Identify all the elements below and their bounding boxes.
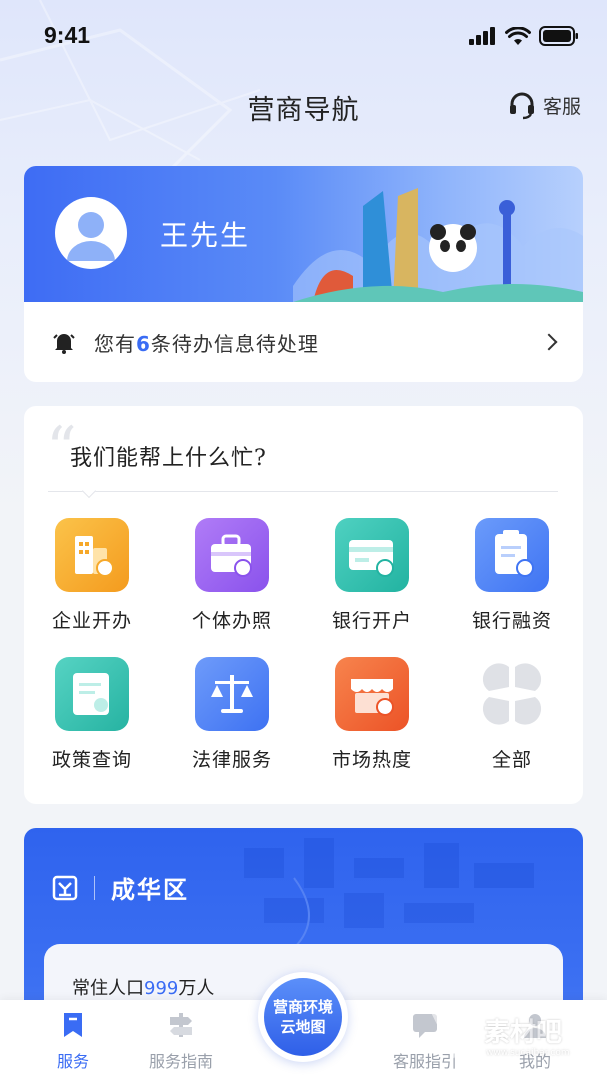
service-label: 银行融资 <box>471 610 552 632</box>
help-card: “ 我们能帮上什么忙? 企业开办 个体办照 银行开户 银行融资 政策查询 法律服… <box>24 406 583 804</box>
service-label: 全部 <box>491 749 532 771</box>
cloud-map-line1: 营商环境 <box>272 998 333 1016</box>
todo-count: 6 <box>136 331 151 356</box>
service-bank-financing[interactable]: 银行融资 <box>452 518 572 633</box>
todo-notice-suffix: 条待办信息待处理 <box>150 331 319 356</box>
service-market-heat[interactable]: 市场热度 <box>312 657 432 772</box>
service-label: 个体办照 <box>191 610 272 632</box>
service-label: 政策查询 <box>51 749 132 771</box>
watermark-logo-icon <box>430 1012 478 1059</box>
bank-card-icon <box>335 518 409 592</box>
status-time: 9:41 <box>44 22 91 48</box>
population-prefix: 常住人口 <box>72 978 144 999</box>
bookmark-icon <box>64 1013 82 1037</box>
all-grid-icon <box>475 657 549 731</box>
policy-doc-icon <box>55 657 129 731</box>
service-enterprise-setup[interactable]: 企业开办 <box>32 518 152 633</box>
finance-doc-icon <box>475 518 549 592</box>
service-label: 法律服务 <box>191 749 272 771</box>
signal-icon <box>469 27 495 45</box>
customer-service-button[interactable]: 客服 <box>507 90 581 120</box>
user-name: 王先生 <box>160 219 251 252</box>
market-store-icon <box>335 657 409 731</box>
district-logo-icon <box>52 875 78 900</box>
bell-icon <box>53 334 75 354</box>
district-name: 成华区 <box>111 876 189 904</box>
building-icon <box>55 518 129 592</box>
service-label: 银行开户 <box>331 610 412 632</box>
service-individual-license[interactable]: 个体办照 <box>172 518 292 633</box>
headset-icon <box>509 92 534 120</box>
todo-notice-row[interactable]: 您有6条待办信息待处理 <box>24 302 583 382</box>
tab-service[interactable]: 服务 <box>18 1010 128 1072</box>
signpost-icon <box>170 1013 192 1037</box>
chevron-right-icon <box>540 333 558 351</box>
service-all[interactable]: 全部 <box>452 657 572 772</box>
district-header: 成华区 <box>52 870 189 905</box>
help-divider-notch <box>81 483 97 499</box>
population-value: 999 <box>144 978 179 999</box>
user-card: 王先生 您有6条待办信息待处理 <box>24 166 583 382</box>
scales-icon <box>195 657 269 731</box>
cloud-map-button[interactable]: 营商环境 云地图 <box>258 972 348 1062</box>
status-icons <box>469 26 579 46</box>
watermark-url: www.sucaibar.com <box>486 1048 570 1058</box>
tab-service-guide[interactable]: 服务指南 <box>126 1010 236 1072</box>
watermark-text: 素材吧 <box>484 1018 563 1048</box>
briefcase-icon <box>195 518 269 592</box>
population-stat: 常住人口999万人 <box>72 974 214 1000</box>
service-bank-account[interactable]: 银行开户 <box>312 518 432 633</box>
tab-label: 服务 <box>56 1052 89 1071</box>
customer-service-label: 客服 <box>542 95 581 118</box>
help-title: 我们能帮上什么忙? <box>70 446 267 471</box>
service-label: 市场热度 <box>331 749 412 771</box>
population-unit: 万人 <box>178 978 215 999</box>
battery-icon <box>539 26 578 46</box>
wifi-icon <box>505 26 531 45</box>
avatar[interactable] <box>55 197 127 269</box>
service-label: 企业开办 <box>51 610 132 632</box>
cloud-map-line2: 云地图 <box>280 1018 326 1036</box>
user-avatar-icon <box>67 212 115 261</box>
service-policy-query[interactable]: 政策查询 <box>32 657 152 772</box>
cloud-map-button-face: 营商环境 云地图 <box>264 978 342 1056</box>
district-separator <box>94 875 95 900</box>
status-bar: 9:41 <box>0 0 607 72</box>
help-divider <box>48 491 558 492</box>
watermark: 素材吧 www.sucaibar.com <box>426 1002 596 1072</box>
todo-notice-text: 您有6条待办信息待处理 <box>94 328 543 357</box>
todo-notice-prefix: 您有 <box>94 331 136 356</box>
chengdu-skyline-illustration <box>293 188 583 302</box>
service-legal[interactable]: 法律服务 <box>172 657 292 772</box>
tab-label: 服务指南 <box>148 1052 213 1071</box>
